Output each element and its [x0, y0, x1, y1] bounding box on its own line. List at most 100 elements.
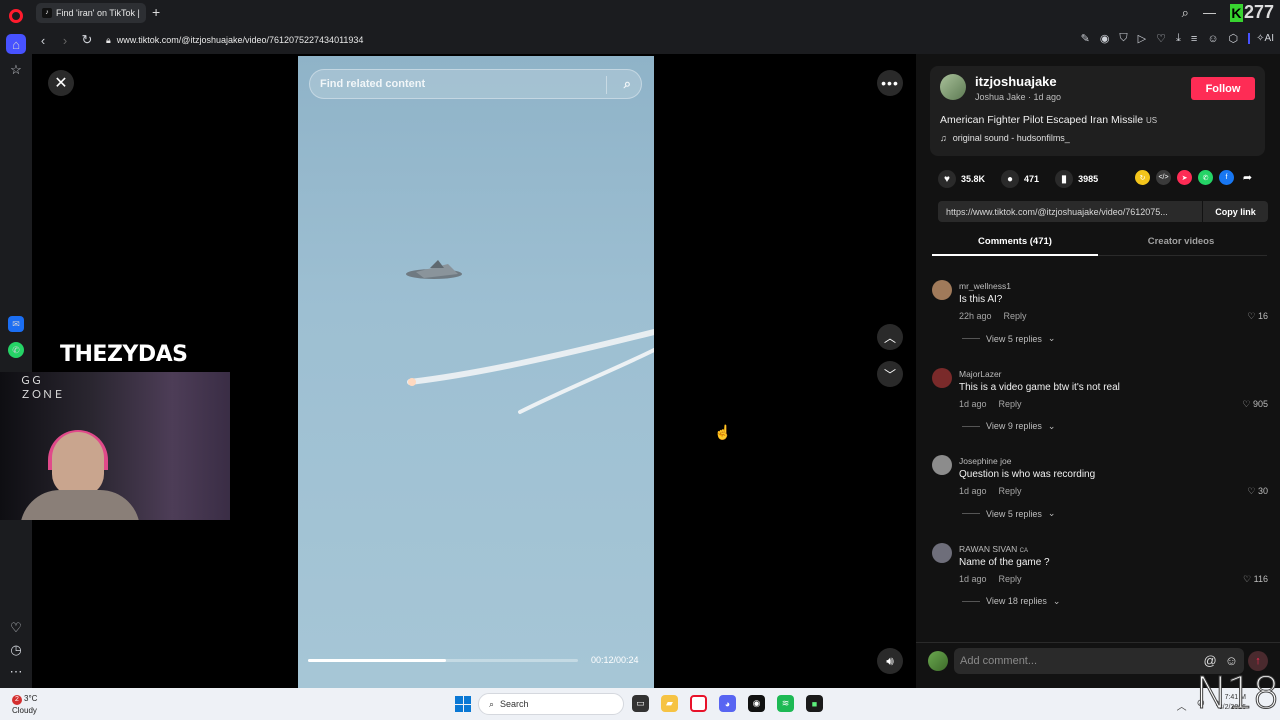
- commenter-avatar[interactable]: [932, 367, 952, 388]
- tab-creator-videos[interactable]: Creator videos: [1098, 236, 1264, 247]
- video-player[interactable]: Find related content ⌕ 00:12/00:24: [298, 56, 654, 688]
- mention-icon[interactable]: @: [1204, 653, 1217, 668]
- view-replies-button[interactable]: View 5 replies ⌄: [962, 508, 1055, 519]
- comment-placeholder: Add comment...: [960, 655, 1038, 667]
- facebook-icon[interactable]: f: [1219, 170, 1234, 185]
- taskbar-search[interactable]: ⌕ Search: [478, 693, 624, 715]
- save-button[interactable]: ▮ 3985: [1055, 170, 1098, 188]
- creator-avatar[interactable]: [940, 74, 966, 100]
- embed-icon[interactable]: </>: [1156, 170, 1171, 185]
- whatsapp-icon[interactable]: ✆: [8, 342, 24, 358]
- commenter-name[interactable]: Josephine joe: [959, 456, 1011, 466]
- info-panel: itzjoshuajake Joshua Jake · 1d ago Follo…: [916, 54, 1280, 688]
- comment-like-button[interactable]: ♡ 116: [1243, 574, 1268, 585]
- tab-title: Find 'iran' on TikTok |: [56, 8, 140, 18]
- tab-comments[interactable]: Comments (471): [932, 236, 1098, 256]
- url-field[interactable]: 🔒︎ www.tiktok.com/@itzjoshuajake/video/7…: [106, 35, 363, 46]
- heart-icon[interactable]: ♡: [6, 618, 26, 638]
- weather-widget[interactable]: 2 3°C Cloudy: [12, 693, 37, 716]
- ai-button[interactable]: ✧AI: [1248, 33, 1274, 44]
- copy-link-button[interactable]: Copy link: [1202, 201, 1268, 222]
- heart-outline-icon: ♡: [1247, 311, 1256, 321]
- video-time: 00:12/00:24: [591, 655, 639, 665]
- view-replies-button[interactable]: View 5 replies ⌄: [962, 333, 1055, 344]
- commenter-avatar[interactable]: [932, 542, 952, 563]
- browser-tab[interactable]: ♪ Find 'iran' on TikTok |: [36, 3, 146, 23]
- send-icon[interactable]: ➤: [1177, 170, 1192, 185]
- app-icon[interactable]: ■: [806, 695, 823, 712]
- comment-like-button[interactable]: ♡ 30: [1247, 486, 1268, 497]
- obs-icon[interactable]: ◉: [748, 695, 765, 712]
- share-link-field[interactable]: https://www.tiktok.com/@itzjoshuajake/vi…: [938, 201, 1268, 222]
- history-icon[interactable]: ◷: [6, 640, 26, 660]
- comment-like-button[interactable]: ♡ 905: [1242, 399, 1268, 410]
- menu-icon[interactable]: ≡: [1191, 33, 1197, 45]
- reply-button[interactable]: Reply: [1004, 311, 1027, 321]
- share-arrow-icon[interactable]: ➦: [1240, 170, 1255, 185]
- volume-icon[interactable]: 🔊︎: [877, 648, 903, 674]
- next-video-icon[interactable]: ﹀: [877, 361, 903, 387]
- download-icon[interactable]: ⤓: [1176, 32, 1181, 45]
- minimize-icon[interactable]: —: [1203, 5, 1216, 20]
- opera-logo-icon[interactable]: [6, 6, 26, 26]
- commenter-avatar[interactable]: [932, 280, 952, 300]
- missile-flare: [408, 378, 416, 386]
- comment-like-button[interactable]: ♡ 16: [1247, 311, 1268, 322]
- heart-outline-icon[interactable]: ♡: [1156, 32, 1166, 45]
- previous-video-icon[interactable]: ︿: [877, 324, 903, 350]
- profile-icon[interactable]: ☺: [1207, 33, 1218, 45]
- opera-taskbar-icon[interactable]: [690, 695, 707, 712]
- toolbar-extensions: ✎ ◉ ⛉ ▷ ♡ ⤓ ≡ ☺ ⬡ ✧AI: [1081, 32, 1274, 45]
- more-options-icon[interactable]: •••: [877, 70, 903, 96]
- like-button[interactable]: ♥ 35.8K: [938, 170, 985, 188]
- commenter-name[interactable]: RAWAN SIVAN CA: [959, 544, 1028, 554]
- extensions-icon[interactable]: ⬡: [1229, 32, 1239, 45]
- star-icon[interactable]: ☆: [6, 60, 26, 80]
- forward-icon[interactable]: ›: [54, 33, 76, 48]
- reply-button[interactable]: Reply: [999, 486, 1022, 496]
- commenter-name[interactable]: MajorLazer: [959, 369, 1002, 379]
- follow-button[interactable]: Follow: [1191, 77, 1255, 100]
- comment-button[interactable]: ● 471: [1001, 170, 1039, 188]
- home-icon[interactable]: ⌂: [6, 34, 26, 54]
- view-replies-button[interactable]: View 18 replies ⌄: [962, 596, 1060, 607]
- windows-start-icon[interactable]: [455, 696, 471, 712]
- spotify-icon[interactable]: ≋: [777, 695, 794, 712]
- close-icon[interactable]: ✕: [48, 70, 74, 96]
- streamer-face: [52, 432, 104, 496]
- whatsapp-share-icon[interactable]: ✆: [1198, 170, 1213, 185]
- reply-button[interactable]: Reply: [999, 399, 1022, 409]
- new-tab-button[interactable]: +: [152, 4, 160, 20]
- creator-username[interactable]: itzjoshuajake: [975, 74, 1057, 89]
- search-tabs-icon[interactable]: ⌕: [1182, 5, 1189, 21]
- webcam-overlay: ＧＧ ＺＯＮＥ: [0, 372, 230, 520]
- emoji-icon[interactable]: ☺: [1225, 653, 1238, 668]
- video-progress-bar[interactable]: [308, 659, 578, 662]
- overlay-counter: K 277: [1229, 2, 1274, 22]
- music-note-icon: ♫: [940, 133, 947, 143]
- edit-icon[interactable]: ✎: [1081, 32, 1090, 45]
- chevron-down-icon: ⌄: [1052, 595, 1061, 606]
- task-view-icon[interactable]: ▭: [632, 695, 649, 712]
- play-icon[interactable]: ▷: [1138, 32, 1146, 45]
- tab-strip: ♪ Find 'iran' on TikTok | + ⌕ — K 277: [32, 0, 1280, 26]
- reload-icon[interactable]: ↻: [76, 32, 98, 48]
- file-explorer-icon[interactable]: ▰: [661, 695, 678, 712]
- repost-icon[interactable]: ↻: [1135, 170, 1150, 185]
- user-avatar: [928, 651, 948, 671]
- comment-age: 22h ago: [959, 311, 992, 321]
- shield-icon[interactable]: ⛉: [1119, 32, 1127, 45]
- reply-button[interactable]: Reply: [999, 574, 1022, 584]
- camera-icon[interactable]: ◉: [1100, 32, 1110, 45]
- view-replies-button[interactable]: View 9 replies ⌄: [962, 421, 1055, 432]
- tray-chevron-icon[interactable]: ︿: [1177, 698, 1187, 713]
- discord-icon[interactable]: ◕: [719, 695, 736, 712]
- messenger-icon[interactable]: ✉: [8, 316, 24, 332]
- fighter-jet: [406, 260, 462, 279]
- commenter-avatar[interactable]: [932, 455, 952, 475]
- more-icon[interactable]: ⋯: [6, 662, 26, 682]
- commenter-name[interactable]: mr_wellness1: [959, 281, 1011, 291]
- sound-link[interactable]: ♫ original sound - hudsonfilms_: [940, 133, 1070, 143]
- back-icon[interactable]: ‹: [32, 33, 54, 48]
- engagement-stats: ♥ 35.8K ● 471 ▮ 3985: [938, 170, 1098, 188]
